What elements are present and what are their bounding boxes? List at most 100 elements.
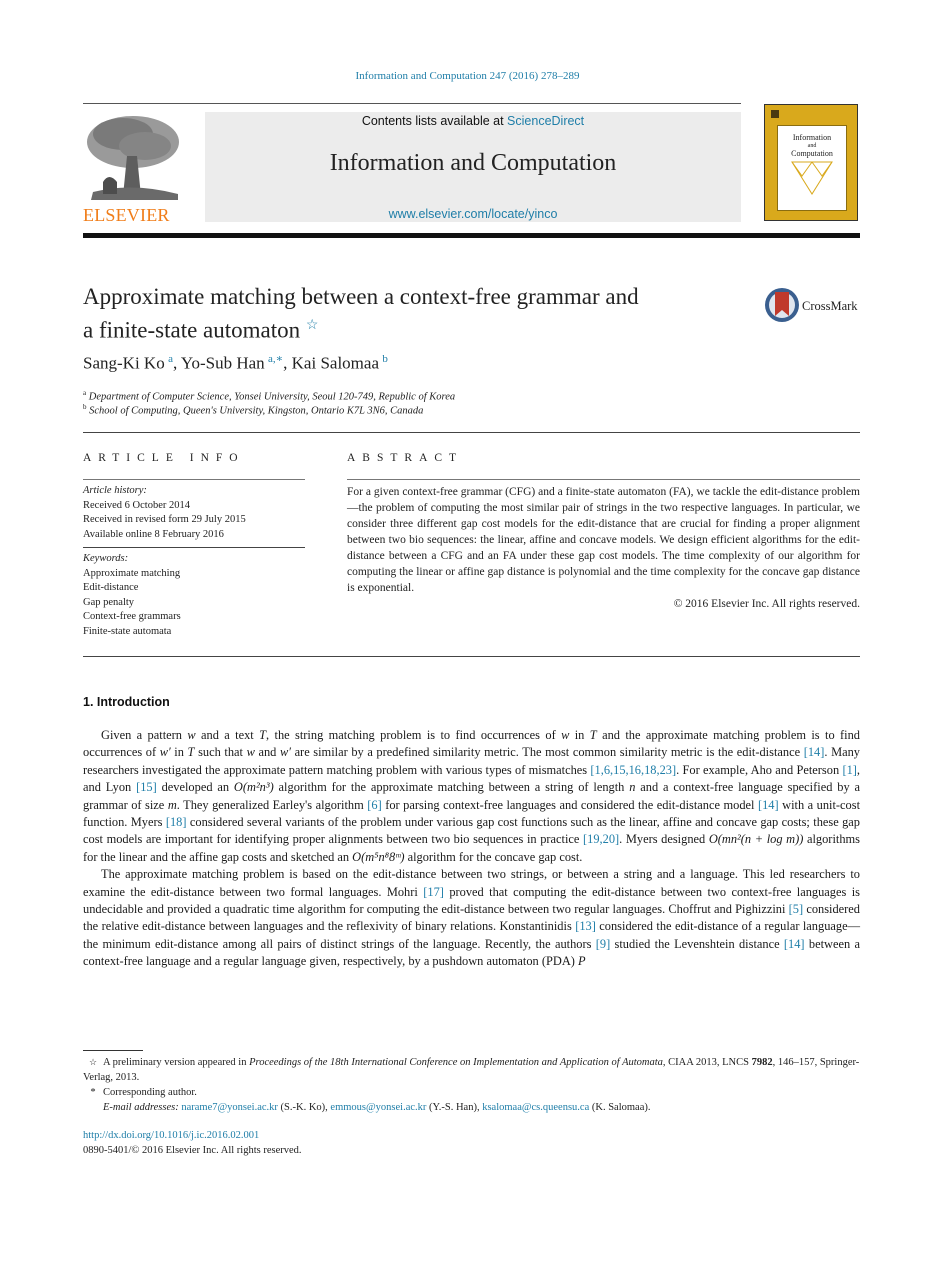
keywords-rule — [83, 547, 305, 548]
keyword-item: Edit-distance — [83, 582, 139, 593]
issn-copyright: 0890-5401/© 2016 Elsevier Inc. All right… — [83, 1145, 302, 1156]
keywords-label: Keywords: — [83, 553, 129, 564]
article-info-rule — [83, 479, 305, 480]
citation-link[interactable]: [13] — [575, 919, 596, 933]
math-var: w′ — [279, 745, 291, 760]
text-run: and — [254, 745, 280, 760]
text-run: studied the Levenshtein distance — [610, 936, 784, 951]
math-var: w′ — [159, 745, 171, 760]
journal-homepage-link[interactable]: www.elsevier.com/locate/yinco — [205, 207, 741, 221]
volume-number: 7982 — [751, 1057, 773, 1068]
footnote-corresponding-author: * Corresponding author. — [83, 1085, 860, 1100]
paper-title-line2: a finite-state automaton — [83, 317, 301, 343]
citation-link[interactable]: [14] — [804, 745, 825, 759]
text-run: . They generalized Earley's algorithm — [176, 797, 368, 812]
history-online: Available online 8 February 2016 — [83, 528, 224, 540]
text-run: in — [569, 728, 590, 742]
footnote-emails: E-mail addresses: narame7@yonsei.ac.kr (… — [83, 1100, 860, 1115]
abstract-paragraph: For a given context-free grammar (CFG) a… — [347, 486, 860, 594]
footnote-preliminary-version: ☆ A preliminary version appeared in Proce… — [83, 1055, 860, 1085]
email-owner: (K. Salomaa). — [589, 1102, 651, 1113]
affiliation-mark: a — [83, 389, 87, 397]
email-owner: (S.-K. Ko), — [277, 1102, 331, 1113]
intro-paragraph-2: The approximate matching problem is base… — [83, 866, 860, 970]
doi-block: http://dx.doi.org/10.1016/j.ic.2016.02.0… — [83, 1128, 302, 1158]
running-header[interactable]: Information and Computation 247 (2016) 2… — [0, 70, 935, 82]
keyword-item: Gap penalty — [83, 596, 135, 608]
math-var: m — [167, 797, 177, 812]
affiliation-mark: b — [83, 403, 87, 411]
text-run: developed an — [156, 780, 234, 795]
email-link[interactable]: narame7@yonsei.ac.kr — [181, 1102, 278, 1113]
journal-cover-thumbnail[interactable]: Information and Computation — [764, 104, 858, 221]
elsevier-tree-icon — [83, 112, 183, 204]
footnote-star-mark: ☆ — [88, 1057, 98, 1067]
email-link[interactable]: ksalomaa@cs.queensu.ca — [482, 1102, 589, 1113]
math-var: T — [589, 728, 597, 742]
math-var: w — [187, 728, 196, 742]
math-var: P — [578, 954, 586, 969]
article-info-column: Article history: Received 6 October 2014… — [83, 484, 305, 639]
text-run: Corresponding author. — [103, 1087, 197, 1098]
citation-link[interactable]: [9] — [596, 937, 610, 951]
abstract-rule — [347, 479, 860, 480]
author-affiliation-mark[interactable]: b — [382, 353, 388, 365]
journal-title: Information and Computation — [329, 150, 617, 176]
citation-link[interactable]: [17] — [423, 885, 444, 899]
citation-link[interactable]: [14] — [758, 798, 779, 812]
sciencedirect-link[interactable]: ScienceDirect — [507, 114, 584, 128]
text-run: , CIAA 2013, LNCS — [662, 1057, 752, 1068]
cover-triangles-icon — [791, 161, 833, 195]
citation-link[interactable]: [14] — [784, 937, 805, 951]
email-label: E-mail addresses: — [103, 1102, 182, 1113]
citation-link[interactable]: [15] — [136, 780, 157, 794]
citation-link[interactable]: [18] — [166, 815, 187, 829]
text-run: A preliminary version appeared in — [103, 1057, 250, 1068]
crossmark-badge[interactable]: CrossMark — [764, 287, 864, 327]
title-footnote-star-link[interactable]: ☆ — [306, 318, 319, 333]
text-run: such that — [194, 745, 247, 760]
text-run: algorithm for the approximate matching b… — [273, 780, 630, 795]
abstract-heading: ABSTRACT — [347, 452, 464, 464]
citation-link[interactable]: [19,20] — [583, 832, 619, 846]
text-run: . Myers designed — [619, 832, 709, 847]
doi-link[interactable]: http://dx.doi.org/10.1016/j.ic.2016.02.0… — [83, 1130, 259, 1141]
email-owner: (Y.-S. Han), — [426, 1102, 483, 1113]
text-run: in — [170, 745, 188, 760]
crossmark-label: CrossMark — [802, 299, 858, 313]
paper-title-line1: Approximate matching between a context-f… — [83, 284, 639, 309]
author-name[interactable]: Yo-Sub Han — [181, 354, 265, 373]
masthead-bottom-rule — [83, 233, 860, 238]
abstract-body: For a given context-free grammar (CFG) a… — [347, 484, 860, 612]
venue-name: Proceedings of the 18th International Co… — [249, 1057, 663, 1068]
citation-link[interactable]: [1] — [842, 763, 856, 777]
header-divider — [83, 432, 860, 433]
text-run: Given a pattern — [101, 728, 188, 742]
math-formula: O(mn²(n + log m)) — [708, 832, 804, 847]
affiliation-b: b School of Computing, Queen's Universit… — [83, 403, 423, 417]
citation-link[interactable]: [5] — [789, 902, 803, 916]
citation-link[interactable]: [1,6,15,16,18,23] — [590, 763, 676, 777]
cover-title-line3: Computation — [791, 149, 833, 158]
crossmark-icon — [765, 288, 799, 322]
author-name[interactable]: Kai Salomaa — [292, 354, 379, 373]
email-link[interactable]: emmous@yonsei.ac.kr — [330, 1102, 426, 1113]
article-history-label: Article history: — [83, 485, 147, 496]
affiliation-text: School of Computing, Queen's University,… — [89, 405, 424, 417]
citation-link[interactable]: [6] — [367, 798, 381, 812]
author-name[interactable]: Sang-Ki Ko — [83, 354, 165, 373]
author-affiliation-mark[interactable]: a,∗ — [268, 353, 283, 365]
masthead-top-rule — [83, 103, 741, 104]
journal-url[interactable]: www.elsevier.com/locate/yinco — [389, 207, 558, 221]
cover-title-line1: Information — [792, 133, 832, 142]
math-formula: O(m²n³) — [233, 780, 274, 795]
author-affiliation-mark[interactable]: a — [168, 353, 173, 365]
introduction-body: Given a pattern w and a text T, the stri… — [83, 727, 860, 971]
math-var: T — [259, 728, 267, 742]
cover-publisher-icon — [771, 110, 779, 118]
text-run: algorithm for the concave gap cost. — [404, 849, 583, 864]
journal-citation-link[interactable]: Information and Computation 247 (2016) 2… — [356, 70, 580, 82]
footnote-separator — [83, 1050, 143, 1051]
contents-prefix: Contents lists available at — [361, 114, 508, 128]
text-run: , the string matching problem is to find… — [266, 728, 562, 742]
